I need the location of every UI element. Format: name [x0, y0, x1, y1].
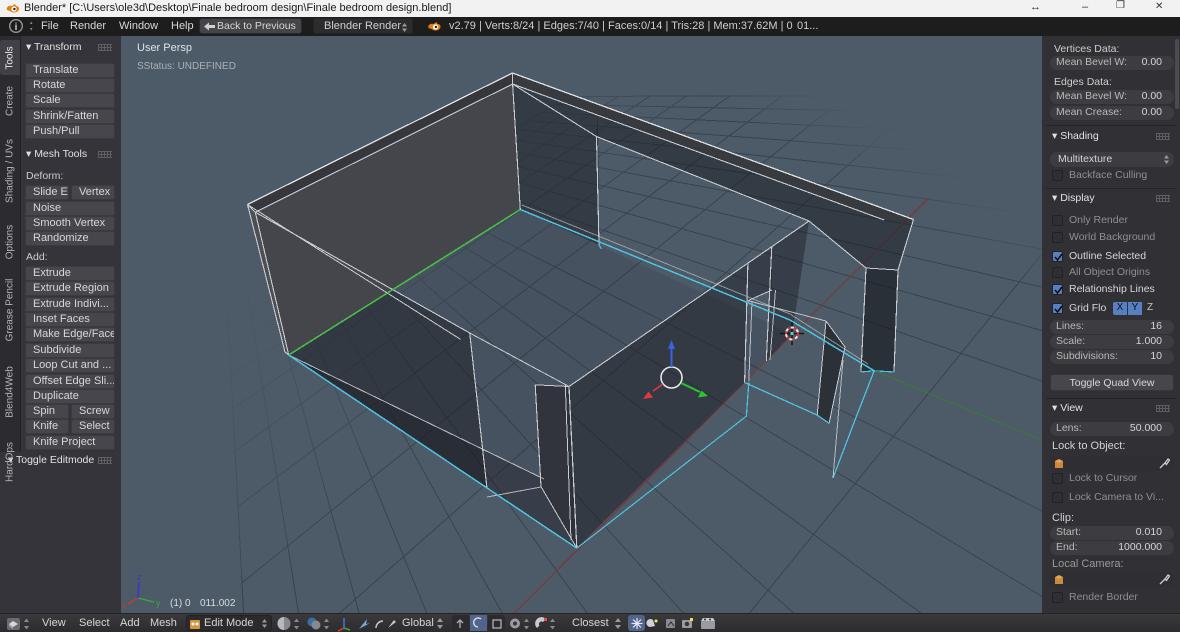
svg-text:SStatus: UNDEFINED: SStatus: UNDEFINED — [137, 61, 236, 72]
svg-text:x: x — [122, 601, 127, 611]
svg-text:(1) 0: (1) 0 — [170, 598, 191, 609]
svg-text:i: i — [15, 22, 18, 33]
svg-text:User Persp: User Persp — [137, 42, 192, 54]
svg-text:011.002: 011.002 — [200, 598, 236, 609]
svg-text:y: y — [156, 598, 161, 608]
svg-text:z: z — [137, 572, 142, 582]
